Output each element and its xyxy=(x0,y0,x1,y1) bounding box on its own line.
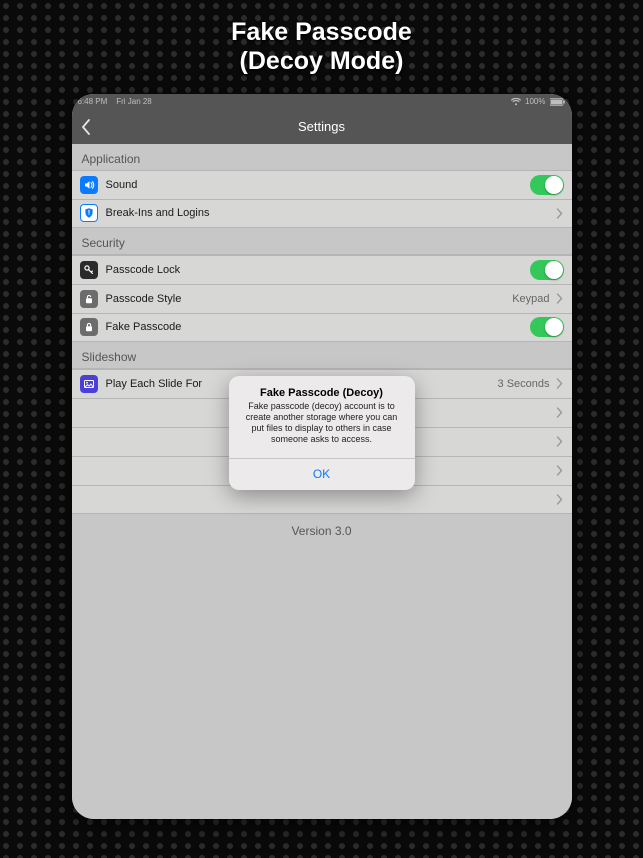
section-header-application: Application xyxy=(72,144,572,170)
lock-icon xyxy=(80,318,98,336)
row-play-each-value: 3 Seconds xyxy=(498,378,550,390)
marketing-line2: (Decoy Mode) xyxy=(231,47,412,76)
alert-body: Fake passcode (decoy) account is to crea… xyxy=(229,401,415,458)
section-header-security: Security xyxy=(72,228,572,255)
lock-open-icon xyxy=(80,290,98,308)
row-breakins-label: Break-Ins and Logins xyxy=(106,207,210,219)
battery-icon xyxy=(550,98,566,106)
row-sound[interactable]: Sound xyxy=(72,170,572,199)
wifi-icon xyxy=(511,98,521,106)
shield-icon xyxy=(80,204,98,222)
alert-title: Fake Passcode (Decoy) xyxy=(229,376,415,401)
status-battery-pct: 100% xyxy=(525,97,545,106)
row-fake-passcode-label: Fake Passcode xyxy=(106,321,182,333)
back-button[interactable] xyxy=(80,110,92,144)
toggle-passcode-lock[interactable] xyxy=(530,260,564,280)
status-time: 6:48 PM xyxy=(78,97,108,106)
section-header-slideshow: Slideshow xyxy=(72,342,572,369)
chevron-right-icon xyxy=(556,436,564,448)
alert-dialog: Fake Passcode (Decoy) Fake passcode (dec… xyxy=(229,376,415,490)
nav-bar: Settings xyxy=(72,110,572,144)
row-passcode-style-value: Keypad xyxy=(512,293,549,305)
chevron-right-icon xyxy=(556,493,564,505)
nav-title: Settings xyxy=(298,119,345,134)
chevron-right-icon xyxy=(556,465,564,477)
row-sound-label: Sound xyxy=(106,179,138,191)
toggle-fake-passcode[interactable] xyxy=(530,317,564,337)
chevron-right-icon xyxy=(556,293,564,305)
screen-body: Application Sound Break-Ins and Logins S… xyxy=(72,144,572,819)
status-left: 6:48 PM Fri Jan 28 xyxy=(78,97,152,106)
chevron-right-icon xyxy=(556,207,564,219)
row-fake-passcode[interactable]: Fake Passcode xyxy=(72,313,572,342)
status-bar: 6:48 PM Fri Jan 28 100% xyxy=(72,94,572,110)
key-icon xyxy=(80,261,98,279)
alert-ok-button[interactable]: OK xyxy=(229,459,415,490)
row-passcode-lock[interactable]: Passcode Lock xyxy=(72,255,572,284)
row-passcode-style[interactable]: Passcode Style Keypad xyxy=(72,284,572,313)
marketing-title: Fake Passcode (Decoy Mode) xyxy=(231,18,412,76)
chevron-right-icon xyxy=(556,407,564,419)
device-frame: 6:48 PM Fri Jan 28 100% Settings Applica… xyxy=(72,94,572,819)
marketing-line1: Fake Passcode xyxy=(231,18,412,47)
toggle-sound[interactable] xyxy=(530,175,564,195)
version-label: Version 3.0 xyxy=(72,514,572,548)
row-breakins[interactable]: Break-Ins and Logins xyxy=(72,199,572,228)
status-right: 100% xyxy=(511,97,565,106)
status-date: Fri Jan 28 xyxy=(116,97,152,106)
row-passcode-style-label: Passcode Style xyxy=(106,293,182,305)
sound-icon xyxy=(80,176,98,194)
row-play-each-label: Play Each Slide For xyxy=(106,378,203,390)
chevron-right-icon xyxy=(556,378,564,390)
photo-icon xyxy=(80,375,98,393)
row-passcode-lock-label: Passcode Lock xyxy=(106,264,181,276)
